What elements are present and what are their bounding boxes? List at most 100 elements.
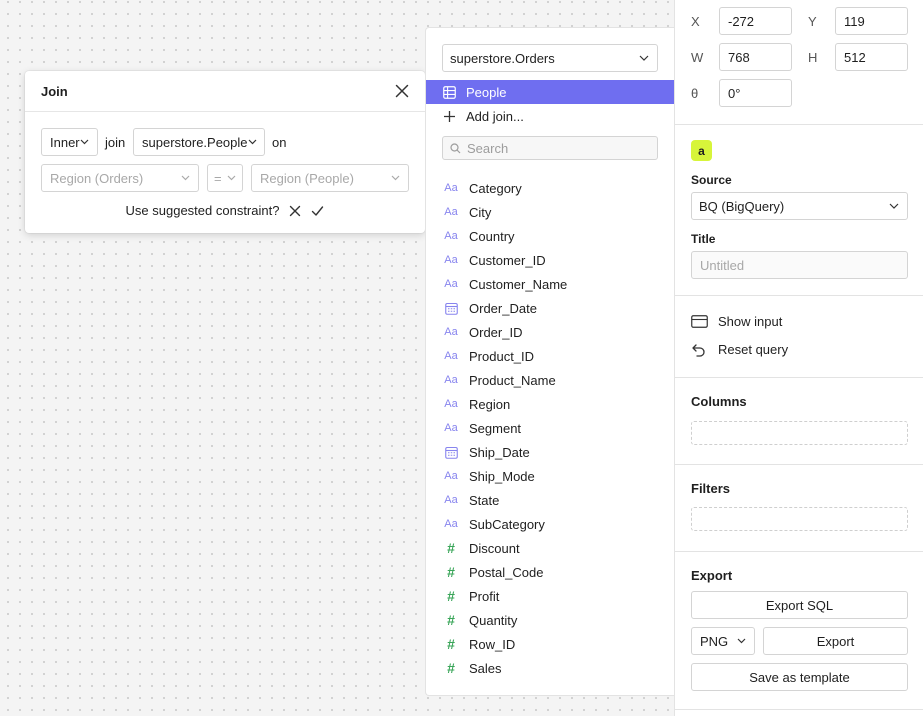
join-header: Join <box>25 71 425 112</box>
number-type-icon: # <box>447 612 455 628</box>
title-label: Title <box>691 232 716 246</box>
joined-table-item-people[interactable]: People <box>426 80 674 104</box>
field-name: Order_ID <box>469 324 523 340</box>
geometry-section: X -272 Y 119 W 768 H 512 θ 0° <box>675 0 923 125</box>
table-panel: superstore.Orders People Add join... Aa C… <box>425 27 674 696</box>
text-type-icon: Aa <box>444 398 458 410</box>
format-select[interactable]: PNG <box>691 627 755 655</box>
right-field-select[interactable]: Region (People) <box>251 164 409 192</box>
close-icon[interactable] <box>395 84 409 98</box>
field-item[interactable]: Order_Date <box>426 296 674 320</box>
y-input[interactable]: 119 <box>835 7 908 35</box>
source-select[interactable]: BQ (BigQuery) <box>691 192 908 220</box>
format-value: PNG <box>700 633 729 649</box>
text-type-icon: Aa <box>444 422 458 434</box>
field-name: Sales <box>469 660 502 676</box>
field-item[interactable]: Aa City <box>426 200 674 224</box>
field-item[interactable]: Aa State <box>426 488 674 512</box>
target-table-value: superstore.People <box>142 134 248 150</box>
export-section: Export Export SQL PNG Export Save as tem… <box>675 552 923 710</box>
search-icon <box>450 142 461 154</box>
number-type-icon: # <box>447 636 455 652</box>
table-select[interactable]: superstore.Orders <box>442 44 658 72</box>
suggest-constraint-row: Use suggested constraint? <box>25 203 425 218</box>
number-type-icon: # <box>447 564 455 580</box>
field-item[interactable]: Aa Ship_Mode <box>426 464 674 488</box>
field-name: Row_ID <box>469 636 516 652</box>
number-type-icon: # <box>447 540 455 556</box>
filters-label: Filters <box>691 481 731 496</box>
field-item[interactable]: Aa Country <box>426 224 674 248</box>
text-type-icon: Aa <box>444 518 458 530</box>
text-type-icon: Aa <box>444 494 458 506</box>
field-item[interactable]: Aa Customer_Name <box>426 272 674 296</box>
chevron-down-icon <box>248 139 257 145</box>
title-input[interactable]: Untitled <box>691 251 908 279</box>
filters-dropzone[interactable] <box>691 507 908 531</box>
operator-select[interactable]: = <box>207 164 243 192</box>
field-name: Quantity <box>469 612 518 628</box>
suggest-text: Use suggested constraint? <box>125 203 280 218</box>
field-item[interactable]: # Profit <box>426 584 674 608</box>
add-join-button[interactable]: Add join... <box>426 104 674 128</box>
field-item[interactable]: Aa Customer_ID <box>426 248 674 272</box>
field-name: City <box>469 204 492 220</box>
field-name: Segment <box>469 420 522 436</box>
columns-label: Columns <box>691 394 747 409</box>
field-item[interactable]: Ship_Date <box>426 440 674 464</box>
chevron-down-icon <box>889 203 899 209</box>
field-item[interactable]: # Sales <box>426 656 674 680</box>
number-type-icon: # <box>447 588 455 604</box>
field-item[interactable]: Aa Segment <box>426 416 674 440</box>
text-type-icon: Aa <box>444 278 458 290</box>
field-item[interactable]: Aa Product_Name <box>426 368 674 392</box>
left-field-select[interactable]: Region (Orders) <box>41 164 199 192</box>
join-type-select[interactable]: Inner <box>41 128 98 156</box>
export-sql-button[interactable]: Export SQL <box>691 591 908 619</box>
field-item[interactable]: # Postal_Code <box>426 560 674 584</box>
actions-section: Show input Reset query <box>675 296 923 378</box>
search-input[interactable] <box>467 140 647 156</box>
rotation-input[interactable]: 0° <box>719 79 792 107</box>
field-item[interactable]: Aa Order_ID <box>426 320 674 344</box>
text-type-icon: Aa <box>444 182 458 194</box>
field-item[interactable]: Aa Product_ID <box>426 344 674 368</box>
reject-suggestion-icon[interactable] <box>289 205 301 217</box>
join-title: Join <box>41 83 68 99</box>
field-name: Profit <box>469 588 500 604</box>
h-input[interactable]: 512 <box>835 43 908 71</box>
text-type-icon: Aa <box>444 374 458 386</box>
export-button[interactable]: Export <box>763 627 908 655</box>
field-item[interactable]: # Discount <box>426 536 674 560</box>
text-type-icon: Aa <box>444 206 458 218</box>
join-word: join <box>105 135 126 150</box>
rotation-label: θ <box>691 86 699 101</box>
reset-query-button[interactable]: Reset query <box>691 342 788 357</box>
number-type-icon: # <box>447 660 455 676</box>
field-item[interactable]: # Quantity <box>426 608 674 632</box>
operator-value: = <box>214 170 222 186</box>
show-input-button[interactable]: Show input <box>691 314 782 329</box>
target-table-select[interactable]: superstore.People <box>133 128 265 156</box>
source-value: BQ (BigQuery) <box>699 198 785 214</box>
source-label: Source <box>691 173 732 187</box>
x-input[interactable]: -272 <box>719 7 792 35</box>
text-type-icon: Aa <box>444 470 458 482</box>
save-as-template-button[interactable]: Save as template <box>691 663 908 691</box>
field-item[interactable]: Aa SubCategory <box>426 512 674 536</box>
text-type-icon: Aa <box>444 350 458 362</box>
reset-query-label: Reset query <box>718 342 789 357</box>
calendar-icon <box>443 300 459 316</box>
w-input[interactable]: 768 <box>719 43 792 71</box>
source-section: a Source BQ (BigQuery) Title Untitled <box>675 125 923 296</box>
columns-dropzone[interactable] <box>691 421 908 445</box>
field-name: Postal_Code <box>469 564 544 580</box>
accept-suggestion-icon[interactable] <box>311 205 324 217</box>
table-select-value: superstore.Orders <box>450 50 555 66</box>
field-name: Customer_Name <box>469 276 568 292</box>
h-label: H <box>808 50 818 65</box>
field-item[interactable]: # Row_ID <box>426 632 674 656</box>
join-type-value: Inner <box>50 134 80 150</box>
field-item[interactable]: Aa Region <box>426 392 674 416</box>
field-item[interactable]: Aa Category <box>426 176 674 200</box>
